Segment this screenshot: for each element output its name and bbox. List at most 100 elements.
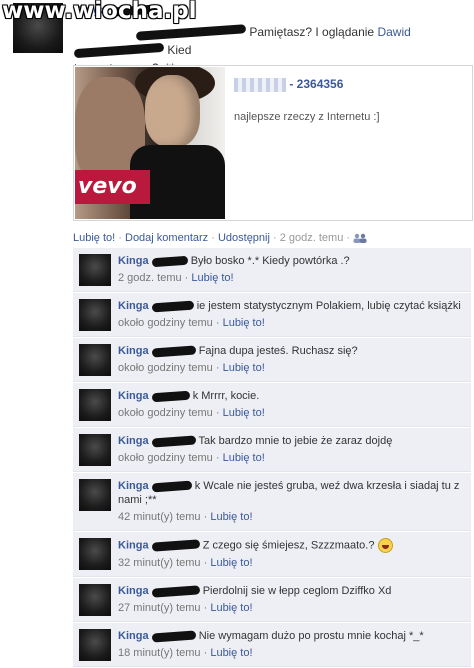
comment-text: Pierdolnij sie w łepp ceglom Dziffko Xd [202, 585, 392, 597]
comment-text: Było bosko *.* Kiedy powtórka .? [190, 255, 350, 267]
redaction-scribble [151, 255, 188, 267]
separator: · [203, 511, 208, 523]
comment-meta: 2 godz. temu · Lubię to! [118, 271, 463, 285]
comment-like-link[interactable]: Lubię to! [223, 317, 265, 329]
redaction-scribble [151, 345, 196, 358]
comment-author-name[interactable]: Kinga [118, 345, 149, 357]
comment-item: Kinga k Wcale nie jesteś gruba, weź dwa … [73, 473, 471, 531]
separator: · [184, 272, 189, 284]
comment-author-name[interactable]: Kinga [118, 480, 149, 492]
comment-text: Nie wymagam dużo po prostu mnie kochaj *… [198, 630, 424, 642]
comment-item: Kinga ie jestem statystycznym Polakiem, … [73, 293, 471, 337]
redaction-blur [234, 77, 286, 92]
comment-author-avatar[interactable] [79, 254, 111, 286]
post-text-part: Pamiętasz? I oglądanie [249, 25, 375, 39]
redaction-scribble [135, 24, 247, 42]
comment-author-avatar[interactable] [79, 629, 111, 661]
comment-author-avatar[interactable] [79, 538, 111, 570]
shared-link-title[interactable]: - 2364356 [234, 77, 343, 92]
comment-like-link[interactable]: Lubię to! [223, 407, 265, 419]
laughing-emoticon-icon [377, 538, 393, 553]
separator: · [203, 602, 208, 614]
separator: · [215, 452, 220, 464]
comment-body: Kinga k Mrrrr, kocie. około godziny temu… [73, 383, 471, 426]
comment-author-name[interactable]: Kinga [118, 435, 149, 447]
comment-author-name[interactable]: Kinga [118, 390, 149, 402]
comment-author-avatar[interactable] [79, 434, 111, 466]
share-link[interactable]: Udostępnij [218, 232, 270, 244]
add-comment-link[interactable]: Dodaj komentarz [125, 232, 208, 244]
comment-meta: około godziny temu · Lubię to! [118, 406, 463, 420]
comment-body: Kinga Nie wymagam dużo po prostu mnie ko… [73, 623, 471, 666]
comment-body: Kinga Pierdolnij sie w łepp ceglom Dziff… [73, 578, 471, 621]
redaction-scribble [151, 480, 192, 492]
comment-like-link[interactable]: Lubię to! [210, 557, 252, 569]
site-watermark: www.wiocha.pl [2, 0, 197, 24]
comment-like-link[interactable]: Lubię to! [191, 272, 233, 284]
comment-body: Kinga Było bosko *.* Kiedy powtórka .? 2… [73, 248, 471, 291]
comment-body: Kinga ie jestem statystycznym Polakiem, … [73, 293, 471, 336]
comment-timestamp[interactable]: 42 minut(y) temu [118, 511, 201, 523]
shared-title-text[interactable]: - 2364356 [289, 77, 343, 91]
comment-timestamp[interactable]: 27 minut(y) temu [118, 602, 201, 614]
shared-video-thumbnail[interactable]: vevo [75, 67, 225, 219]
comment-item: Kinga Z czego się śmiejesz, Szzzmaato.? … [73, 532, 471, 577]
comment-like-link[interactable]: Lubię to! [210, 602, 252, 614]
comment-timestamp[interactable]: 2 godz. temu [118, 272, 182, 284]
tagged-friend-link[interactable]: Dawid [377, 25, 410, 39]
comment-author-name[interactable]: Kinga [118, 585, 149, 597]
separator: · [118, 232, 122, 244]
comment-author-name[interactable]: Kinga [118, 539, 149, 551]
redaction-scribble [151, 300, 194, 313]
comment-author-avatar[interactable] [79, 479, 111, 511]
comment-body: Kinga k Wcale nie jesteś gruba, weź dwa … [73, 473, 471, 530]
redaction-scribble [151, 539, 200, 552]
comment-author-name[interactable]: Kinga [118, 630, 149, 642]
comment-author-avatar[interactable] [79, 389, 111, 421]
vevo-logo: vevo [75, 170, 150, 204]
separator: · [273, 232, 277, 244]
comment-item: Kinga k Mrrrr, kocie. około godziny temu… [73, 383, 471, 427]
redaction-scribble [151, 584, 200, 598]
comment-item: Kinga Nie wymagam dużo po prostu mnie ko… [73, 623, 471, 667]
comment-meta: 42 minut(y) temu · Lubię to! [118, 510, 463, 524]
comment-timestamp[interactable]: 32 minut(y) temu [118, 557, 201, 569]
post-text-part: Kied [167, 43, 192, 57]
post-timestamp[interactable]: 2 godz. temu [280, 232, 344, 244]
shared-link-description: najlepsze rzeczy z Internetu :] [234, 111, 380, 123]
comment-like-link[interactable]: Lubię to! [210, 511, 252, 523]
comment-timestamp[interactable]: około godziny temu [118, 317, 213, 329]
comment-item: Kinga Było bosko *.* Kiedy powtórka .? 2… [73, 248, 471, 292]
comment-like-link[interactable]: Lubię to! [223, 362, 265, 374]
separator: · [211, 232, 215, 244]
shared-link-card[interactable]: vevo - 2364356 najlepsze rzeczy z Intern… [73, 65, 473, 221]
comment-item: Kinga Fajna dupa jesteś. Ruchasz się? ok… [73, 338, 471, 382]
separator: · [215, 317, 220, 329]
comment-timestamp[interactable]: około godziny temu [118, 362, 213, 374]
redaction-scribble [151, 390, 190, 402]
thumbnail-figure [145, 75, 200, 147]
comment-author-avatar[interactable] [79, 584, 111, 616]
comment-text: Fajna dupa jesteś. Ruchasz się? [198, 345, 358, 357]
comment-author-name[interactable]: Kinga [118, 300, 149, 312]
like-link[interactable]: Lubię to! [73, 232, 115, 244]
comment-author-avatar[interactable] [79, 344, 111, 376]
comment-timestamp[interactable]: około godziny temu [118, 407, 213, 419]
comment-timestamp[interactable]: około godziny temu [118, 452, 213, 464]
comment-body: Kinga Z czego się śmiejesz, Szzzmaato.? … [73, 532, 471, 576]
comment-meta: około godziny temu · Lubię to! [118, 316, 463, 330]
comment-meta: około godziny temu · Lubię to! [118, 361, 463, 375]
comment-meta: 27 minut(y) temu · Lubię to! [118, 601, 463, 615]
comment-author-avatar[interactable] [79, 299, 111, 331]
comment-text: ie jestem statystycznym Polakiem, lubię … [196, 300, 461, 312]
comment-author-name[interactable]: Kinga [118, 255, 149, 267]
separator: · [215, 362, 220, 374]
comment-meta: 32 minut(y) temu · Lubię to! [118, 556, 463, 570]
comment-text: k Mrrrr, kocie. [192, 390, 260, 402]
separator: · [346, 232, 351, 244]
audience-friends-icon[interactable] [353, 233, 367, 244]
comment-text: Z czego się śmiejesz, Szzzmaato.? [202, 539, 375, 552]
redaction-scribble [73, 43, 165, 59]
comment-like-link[interactable]: Lubię to! [223, 452, 265, 464]
comment-meta: 18 minut(y) temu · Lubię to! [118, 646, 463, 660]
